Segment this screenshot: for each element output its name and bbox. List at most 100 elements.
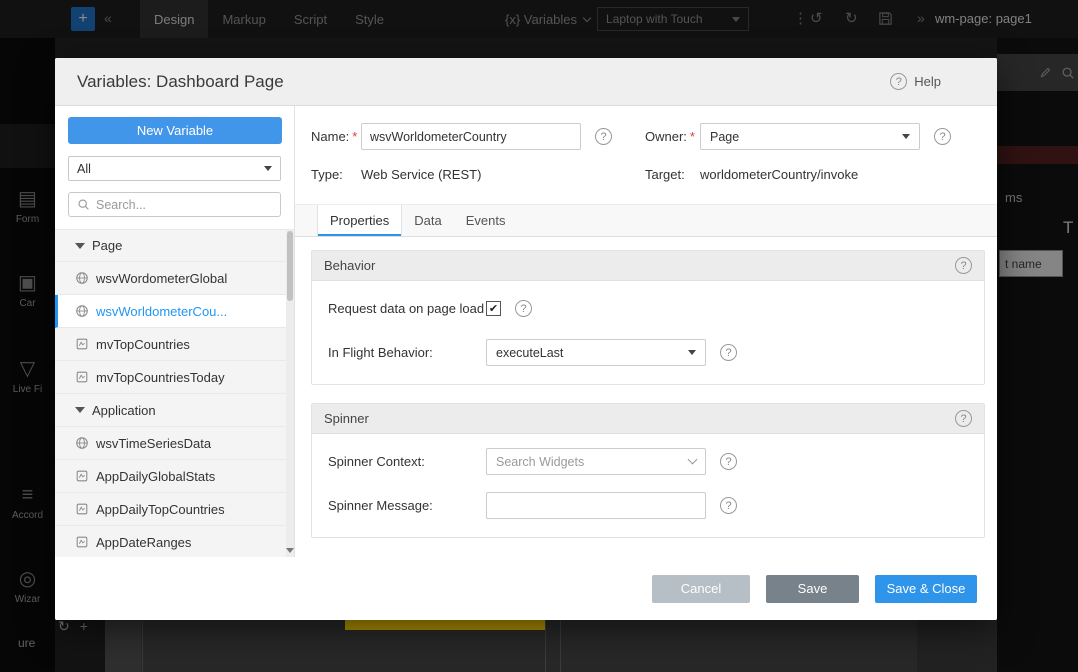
detail-tab-label: Events (466, 213, 506, 228)
help-icon[interactable] (720, 344, 737, 361)
behavior-section-header: Behavior (312, 251, 984, 281)
help-icon[interactable] (720, 453, 737, 470)
new-variable-button[interactable]: New Variable (68, 117, 282, 144)
help-link[interactable]: Help (890, 73, 941, 90)
web-service-variable-icon (75, 304, 89, 318)
cancel-button[interactable]: Cancel (652, 575, 750, 603)
variable-search[interactable] (68, 192, 281, 217)
search-icon (77, 198, 90, 211)
variable-name-label: mvTopCountriesToday (96, 370, 225, 385)
section-title: Behavior (324, 258, 375, 273)
variable-tree-row[interactable]: wsvWorldometerCou... (55, 295, 294, 328)
owner-label: Owner:* (645, 129, 700, 144)
scrollbar-thumb[interactable] (287, 231, 293, 301)
variable-filter-select[interactable]: All (68, 156, 281, 181)
variable-name-label: AppDateRanges (96, 535, 191, 550)
detail-tab-label: Data (414, 213, 441, 228)
variable-name-label: Application (92, 403, 156, 418)
variable-tree-row[interactable]: Application (55, 394, 294, 427)
variable-tree: Page wsvWordometerGlobal (55, 229, 294, 557)
variables-list-panel: New Variable All (55, 106, 295, 557)
variables-dialog: Variables: Dashboard Page Help New Varia… (55, 58, 997, 620)
save-close-button[interactable]: Save & Close (875, 575, 977, 603)
owner-field-group: Owner:* Page (645, 123, 951, 150)
in-flight-select[interactable]: executeLast (486, 339, 706, 366)
spinner-section: Spinner Spinner Context: Search Widgets (311, 403, 985, 538)
spinner-section-header: Spinner (312, 404, 984, 434)
model-variable-icon (75, 370, 89, 384)
dialog-header: Variables: Dashboard Page Help (55, 58, 997, 106)
help-icon (890, 73, 907, 90)
variable-name-label: AppDailyTopCountries (96, 502, 225, 517)
section-title: Spinner (324, 411, 369, 426)
model-variable-icon (75, 469, 89, 483)
detail-tabs: Properties Data Events (295, 204, 997, 237)
name-label-text: Name: (311, 129, 349, 144)
model-variable-icon (75, 502, 89, 516)
behavior-section-body: Request data on page load ✔ In Flight Be… (312, 281, 984, 384)
spinner-context-control: Search Widgets (486, 448, 706, 475)
variable-detail-panel: Name:* Owner:* Page (295, 106, 997, 557)
owner-value: Page (710, 130, 739, 144)
target-value: worldometerCountry/invoke (700, 167, 858, 182)
chevron-down-icon[interactable] (75, 243, 85, 249)
request-on-load-label: Request data on page load (328, 301, 486, 316)
type-target-row: Type: Web Service (REST) Target: worldom… (311, 167, 957, 182)
help-label: Help (914, 74, 941, 89)
help-icon[interactable] (955, 257, 972, 274)
variable-tree-row[interactable]: wsvTimeSeriesData (55, 427, 294, 460)
tree-scrollbar[interactable] (286, 229, 294, 557)
filter-value: All (77, 162, 91, 176)
scroll-down-icon[interactable] (286, 548, 294, 553)
spinner-message-input[interactable] (486, 492, 706, 519)
required-asterisk: * (690, 129, 695, 144)
spinner-context-label: Spinner Context: (328, 454, 486, 469)
help-icon[interactable] (934, 128, 951, 145)
variable-tree-row[interactable]: mvTopCountriesToday (55, 361, 294, 394)
help-icon[interactable] (720, 497, 737, 514)
in-flight-value: executeLast (496, 346, 563, 360)
variable-name-label: wsvWorldometerCou... (96, 304, 227, 319)
variable-tree-row[interactable]: wsvWordometerGlobal (55, 262, 294, 295)
variable-name-label: wsvTimeSeriesData (96, 436, 211, 451)
name-owner-row: Name:* Owner:* Page (311, 123, 957, 150)
chevron-down-icon (688, 455, 698, 465)
required-asterisk: * (352, 129, 357, 144)
help-icon[interactable] (955, 410, 972, 427)
type-value: Web Service (REST) (361, 167, 481, 182)
detail-tab[interactable]: Events (454, 205, 518, 236)
variable-tree-row[interactable]: Page (55, 229, 294, 262)
chevron-down-icon[interactable] (75, 407, 85, 413)
owner-select[interactable]: Page (700, 123, 920, 150)
help-icon[interactable] (515, 300, 532, 317)
variable-tree-row[interactable]: AppDailyTopCountries (55, 493, 294, 526)
variable-name-label: AppDailyGlobalStats (96, 469, 215, 484)
model-variable-icon (75, 535, 89, 549)
chevron-down-icon (264, 166, 272, 171)
in-flight-control: executeLast (486, 339, 706, 366)
variable-name-label: Page (92, 238, 122, 253)
search-input[interactable] (96, 198, 272, 212)
detail-tab[interactable]: Data (402, 205, 453, 236)
save-button[interactable]: Save (766, 575, 859, 603)
variable-tree-row[interactable]: AppDailyGlobalStats (55, 460, 294, 493)
variable-name-input[interactable] (361, 123, 581, 150)
name-field-group: Name:* (311, 123, 645, 150)
detail-tab[interactable]: Properties (317, 205, 402, 236)
variable-tree-row[interactable]: mvTopCountries (55, 328, 294, 361)
spinner-context-select[interactable]: Search Widgets (486, 448, 706, 475)
spinner-context-placeholder: Search Widgets (496, 455, 584, 469)
spinner-message-row: Spinner Message: (328, 492, 968, 519)
dialog-footer: Cancel Save Save & Close (55, 557, 997, 620)
target-label: Target: (645, 167, 700, 182)
help-icon[interactable] (595, 128, 612, 145)
request-on-load-checkbox[interactable]: ✔ (486, 301, 501, 316)
request-on-load-row: Request data on page load ✔ (328, 295, 968, 322)
variable-name-label: mvTopCountries (96, 337, 190, 352)
in-flight-row: In Flight Behavior: executeLast (328, 339, 968, 366)
variable-summary-form: Name:* Owner:* Page (295, 106, 997, 182)
behavior-section: Behavior Request data on page load ✔ In … (311, 250, 985, 385)
variable-tree-row[interactable]: AppDateRanges (55, 526, 294, 557)
target-field-group: Target: worldometerCountry/invoke (645, 167, 858, 182)
web-service-variable-icon (75, 271, 89, 285)
